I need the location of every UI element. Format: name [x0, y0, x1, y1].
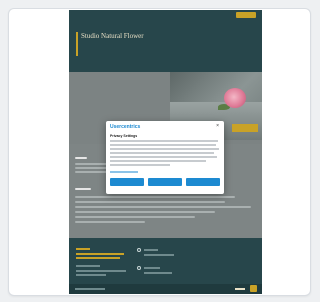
header-cta-button[interactable] — [236, 12, 256, 18]
content-heading-line — [75, 157, 87, 159]
clock-icon — [137, 266, 141, 270]
footer-text-line — [144, 249, 158, 251]
consent-title: Privacy Settings — [110, 134, 138, 138]
accept-all-button[interactable] — [186, 178, 220, 186]
footer-text-line — [144, 267, 160, 269]
footer-heading-line — [76, 253, 124, 255]
deny-button[interactable] — [148, 178, 182, 186]
site-logo-title[interactable]: Studio Natural Flower — [81, 32, 161, 40]
text-line — [75, 216, 195, 218]
consent-text-line — [110, 144, 216, 146]
text-line — [75, 211, 215, 213]
phone-icon — [137, 248, 141, 252]
footer-brand-line — [235, 288, 245, 290]
footer-text-line — [76, 270, 126, 272]
consent-text-line — [110, 156, 217, 158]
consent-text-line — [110, 160, 206, 162]
site-footer — [69, 238, 262, 294]
hero-badge — [232, 124, 258, 132]
footer-text-line — [76, 274, 106, 276]
footer-text-line — [76, 265, 100, 267]
cookie-consent-dialog: Usercentrics × Privacy Settings — [106, 121, 224, 194]
consent-text-line — [110, 152, 214, 154]
close-icon[interactable]: × — [216, 124, 219, 129]
rose-flower — [224, 88, 246, 108]
content-heading-line — [75, 188, 91, 190]
consent-text-line — [110, 140, 218, 142]
flower-icon — [250, 285, 257, 292]
text-line — [75, 206, 251, 208]
text-line — [75, 221, 145, 223]
footer-heading-line — [76, 257, 120, 259]
copyright-line — [75, 288, 105, 290]
footer-heading-line — [76, 248, 90, 250]
site-header: Studio Natural Flower — [69, 10, 262, 72]
consent-text-line — [110, 148, 219, 150]
footer-bottom-bar — [69, 284, 262, 294]
logo-accent-bar — [76, 32, 78, 56]
consent-text-line — [110, 164, 170, 166]
privacy-policy-link[interactable] — [110, 171, 138, 173]
text-line — [75, 201, 225, 203]
footer-text-line — [144, 254, 174, 256]
footer-text-line — [144, 272, 172, 274]
settings-button[interactable] — [110, 178, 144, 186]
consent-brand-logo: Usercentrics — [110, 124, 141, 130]
text-line — [75, 196, 235, 198]
